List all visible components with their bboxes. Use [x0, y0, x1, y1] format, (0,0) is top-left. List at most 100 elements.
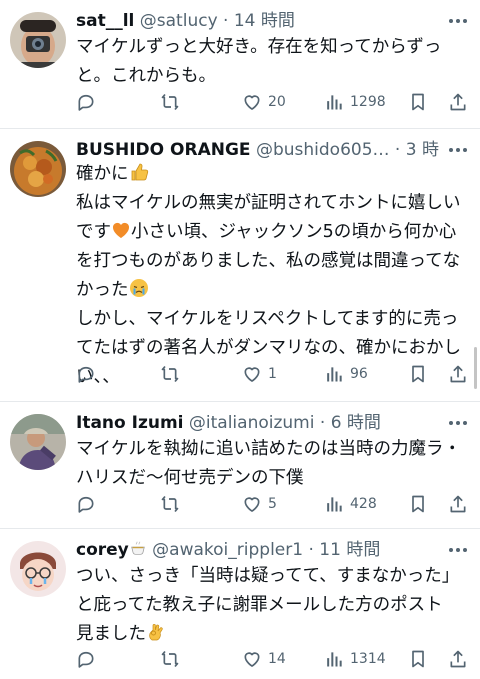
views-chart-icon	[327, 652, 342, 667]
post-header: BUSHIDO ORANGE @bushido605… · 3 時間	[76, 138, 440, 162]
share-button[interactable]	[448, 491, 468, 517]
heart-icon	[244, 652, 260, 667]
view-count: 428	[350, 496, 377, 512]
reply-icon	[78, 94, 94, 111]
post-text-line: 私はマイケルの無実が証明されてホントに嬉しい	[76, 193, 461, 213]
bookmark-button[interactable]	[408, 646, 428, 672]
post-text: マイケルを執拗に追い詰めたのは当時の力魔ラ・ ハリスだ〜何せ売デンの下僕	[76, 435, 466, 493]
more-options-icon[interactable]	[444, 411, 472, 435]
separator-dot: ·	[223, 11, 229, 31]
post-text: つい、さっき「当時は疑ってて、すまなかった」 と庇ってた教え子に謝罪メールした方の…	[76, 562, 466, 649]
post-text-line: と。これからも。	[76, 66, 216, 86]
post-text-line: 確かに	[76, 164, 129, 184]
more-options-icon[interactable]	[444, 538, 472, 562]
action-bar: 1 96	[76, 361, 470, 387]
thumbs-up-emoji-icon	[131, 163, 148, 181]
author-name[interactable]: BUSHIDO ORANGE	[76, 140, 251, 160]
post-text-line: マイケルずっと大好き。存在を知ってからずっ	[76, 37, 442, 57]
avatar-image	[10, 414, 66, 470]
reply-icon	[78, 366, 94, 383]
separator-dot: ·	[319, 413, 326, 433]
author-handle[interactable]: @italianoizumi	[189, 413, 315, 433]
like-button[interactable]: 5	[242, 491, 277, 517]
heart-icon	[244, 497, 260, 512]
post-bushido-orange[interactable]: BUSHIDO ORANGE @bushido605… · 3 時間 確かに私は…	[0, 129, 480, 401]
action-bar: 14 1314	[76, 646, 470, 672]
post-corey[interactable]: corey @awakoi_rippler1 · 11 時間 つい、さっき「当時…	[0, 529, 480, 679]
post-text-line: つい、さっき「当時は疑ってて、すまなかった」	[76, 566, 460, 586]
post-header: corey @awakoi_rippler1 · 11 時間	[76, 538, 440, 562]
like-button[interactable]: 20	[242, 89, 286, 115]
reply-button[interactable]	[76, 89, 96, 115]
share-icon	[450, 365, 466, 383]
share-button[interactable]	[448, 646, 468, 672]
scrollbar[interactable]	[474, 347, 477, 389]
post-itano-izumi[interactable]: Itano Izumi @italianoizumi · 6 時間 マイケルを執…	[0, 402, 480, 528]
separator-dot: ·	[308, 540, 314, 560]
post-time[interactable]: 14 時間	[234, 11, 295, 31]
post-text-line: です	[76, 222, 111, 242]
bookmark-icon	[412, 93, 424, 111]
author-name[interactable]: sat__ll	[76, 11, 134, 31]
bookmark-button[interactable]	[408, 361, 428, 387]
like-button[interactable]: 14	[242, 646, 286, 672]
post-time[interactable]: 6 時間	[331, 413, 381, 433]
repost-button[interactable]	[160, 646, 180, 672]
crying-face-emoji-icon	[129, 279, 148, 297]
repost-button[interactable]	[160, 89, 180, 115]
orange-heart-emoji-icon	[112, 222, 130, 238]
more-options-icon[interactable]	[444, 9, 472, 33]
post-text-line: ハリスだ〜何せ売デンの下僕	[76, 468, 304, 488]
bookmark-icon	[412, 365, 424, 383]
avatar[interactable]	[10, 141, 66, 197]
bookmark-icon	[412, 650, 424, 668]
post-sat-ll[interactable]: sat__ll @satlucy · 14 時間 マイケルずっと大好き。存在を知…	[0, 0, 480, 128]
share-icon	[450, 650, 466, 668]
repost-icon	[161, 495, 179, 513]
reply-icon	[78, 496, 94, 513]
bookmark-button[interactable]	[408, 89, 428, 115]
post-text-line: と庇ってた教え子に謝罪メールした方のポスト	[76, 595, 443, 615]
view-count: 1314	[350, 651, 386, 667]
author-handle[interactable]: @bushido605…	[256, 140, 390, 160]
like-count: 5	[268, 496, 277, 512]
like-count: 14	[268, 651, 286, 667]
views-button[interactable]: 428	[324, 491, 377, 517]
view-count: 1298	[350, 94, 386, 110]
heart-icon	[244, 367, 260, 382]
views-button[interactable]: 1314	[324, 646, 386, 672]
author-name[interactable]: corey	[76, 540, 129, 560]
reply-button[interactable]	[76, 491, 96, 517]
repost-icon	[161, 93, 179, 111]
avatar[interactable]	[10, 414, 66, 470]
post-time[interactable]: 3 時間	[406, 140, 440, 160]
author-handle[interactable]: @awakoi_rippler1	[152, 540, 303, 560]
share-button[interactable]	[448, 89, 468, 115]
post-time[interactable]: 11 時間	[319, 540, 380, 560]
ok-hand-emoji-icon	[149, 624, 163, 641]
author-name[interactable]: Itano Izumi	[76, 413, 184, 433]
like-button[interactable]: 1	[242, 361, 277, 387]
more-options-icon[interactable]	[444, 138, 472, 162]
author-handle[interactable]: @satlucy	[140, 11, 218, 31]
separator-dot: ·	[394, 140, 401, 160]
reply-button[interactable]	[76, 646, 96, 672]
post-text-line: 小さい頃、ジャックソン5の頃から何か心	[131, 222, 457, 242]
post-header: sat__ll @satlucy · 14 時間	[76, 9, 440, 33]
share-icon	[450, 495, 466, 513]
repost-button[interactable]	[160, 361, 180, 387]
avatar[interactable]	[10, 12, 66, 68]
post-text-line: かった	[76, 280, 129, 300]
share-button[interactable]	[448, 361, 468, 387]
views-chart-icon	[327, 367, 342, 382]
repost-button[interactable]	[160, 491, 180, 517]
tea-cup-emoji-icon	[131, 541, 145, 555]
post-header: Itano Izumi @italianoizumi · 6 時間	[76, 411, 440, 435]
post-text-line: を打つものがありました、私の感覚は間違ってな	[76, 251, 461, 271]
views-button[interactable]: 96	[324, 361, 368, 387]
bookmark-button[interactable]	[408, 491, 428, 517]
reply-button[interactable]	[76, 361, 96, 387]
bookmark-icon	[412, 495, 424, 513]
avatar[interactable]	[10, 541, 66, 597]
views-button[interactable]: 1298	[324, 89, 386, 115]
